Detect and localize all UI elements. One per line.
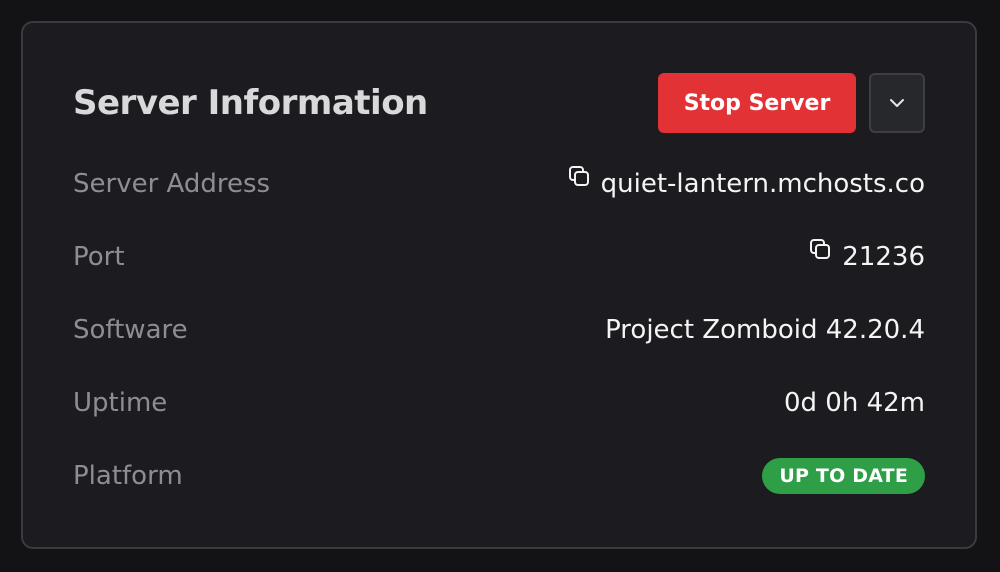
info-row-platform: Platform UP TO DATE [73,439,925,512]
uptime-value: 0d 0h 42m [783,387,925,418]
server-address-value: quiet-lantern.mchosts.co [600,168,925,199]
software-value: Project Zomboid 42.20.4 [605,314,925,345]
port-label: Port [73,241,125,272]
card-title: Server Information [73,83,428,123]
port-value: 21236 [842,241,925,272]
uptime-label: Uptime [73,387,168,418]
stop-server-button[interactable]: Stop Server [658,73,856,133]
header-actions: Stop Server [658,73,925,133]
chevron-down-icon [890,99,904,107]
software-label: Software [73,314,188,345]
info-rows: Server Address quiet-lantern.mchosts.co … [73,147,925,512]
info-row-software: Software Project Zomboid 42.20.4 [73,293,925,366]
port-value-group: 21236 [808,238,925,272]
server-address-label: Server Address [73,168,271,199]
copy-icon[interactable] [808,237,832,261]
copy-icon[interactable] [567,164,591,188]
server-address-value-group: quiet-lantern.mchosts.co [567,165,925,199]
info-row-server-address: Server Address quiet-lantern.mchosts.co [73,147,925,220]
card-header: Server Information Stop Server [73,73,925,133]
status-badge: UP TO DATE [762,457,925,494]
info-row-port: Port 21236 [73,220,925,293]
info-row-uptime: Uptime 0d 0h 42m [73,366,925,439]
server-actions-dropdown-button[interactable] [869,73,925,133]
server-information-card: Server Information Stop Server Server Ad… [21,21,977,549]
platform-label: Platform [73,460,183,491]
